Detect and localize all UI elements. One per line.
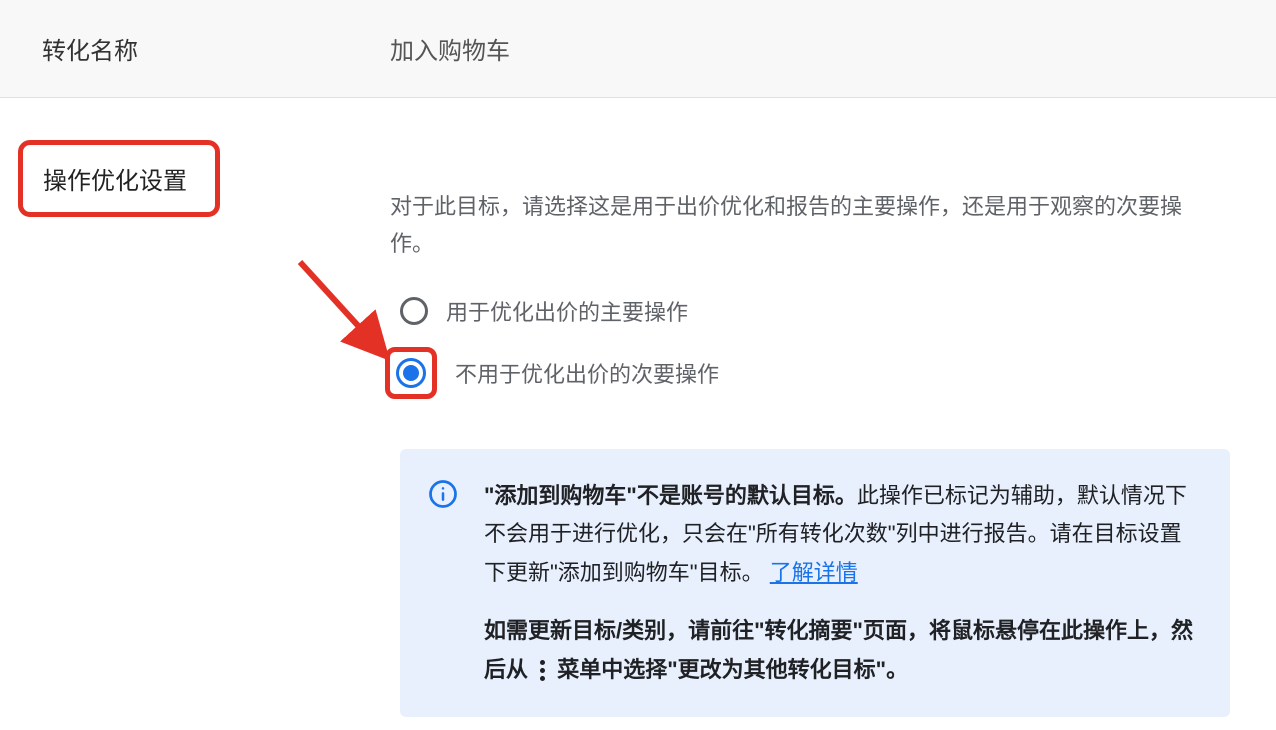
section-description: 对于此目标，请选择这是用于出价优化和报告的主要操作，还是用于观察的次要操作。 [390, 188, 1210, 263]
info-paragraph-2: 如需更新目标/类别，请前往"转化摘要"页面，将鼠标悬停在此操作上，然后从 菜单中… [484, 612, 1194, 689]
optimization-section: 操作优化设置 对于此目标，请选择这是用于出价优化和报告的主要操作，还是用于观察的… [0, 128, 1276, 717]
section-left-col: 操作优化设置 [0, 140, 390, 717]
section-title-highlight: 操作优化设置 [18, 140, 220, 217]
conversion-name-value: 加入购物车 [390, 31, 510, 66]
learn-more-link[interactable]: 了解详情 [770, 560, 858, 585]
section-title: 操作优化设置 [43, 168, 187, 195]
radio-unselected-icon [400, 297, 428, 325]
radio-primary-label: 用于优化出价的主要操作 [446, 295, 688, 327]
radio-selected-dot [403, 365, 419, 381]
radio-option-secondary[interactable]: 不用于优化出价的次要操作 [390, 347, 1236, 399]
info-p2-b: 菜单中选择"更改为其他转化目标"。 [551, 657, 908, 682]
action-optimization-radio-group: 用于优化出价的主要操作 不用于优化出价的次要操作 [390, 295, 1236, 399]
section-gap [0, 98, 1276, 128]
page-root: 转化名称 加入购物车 操作优化设置 对于此目标，请选择这是用于出价优化和报告的主… [0, 0, 1276, 730]
info-icon [428, 479, 458, 690]
info-content: "添加到购物车"不是账号的默认目标。此操作已标记为辅助，默认情况下不会用于进行优… [484, 477, 1194, 690]
radio-selected-icon [396, 358, 426, 388]
radio-option-primary[interactable]: 用于优化出价的主要操作 [390, 295, 1236, 327]
radio-selected-highlight [385, 347, 437, 399]
info-callout: "添加到购物车"不是账号的默认目标。此操作已标记为辅助，默认情况下不会用于进行优… [400, 449, 1230, 718]
section-right-col: 对于此目标，请选择这是用于出价优化和报告的主要操作，还是用于观察的次要操作。 用… [390, 140, 1276, 717]
conversion-name-row[interactable]: 转化名称 加入购物车 [0, 0, 1276, 98]
info-paragraph-1: "添加到购物车"不是账号的默认目标。此操作已标记为辅助，默认情况下不会用于进行优… [484, 477, 1194, 593]
conversion-name-label: 转化名称 [0, 31, 390, 66]
radio-secondary-label: 不用于优化出价的次要操作 [455, 357, 719, 389]
kebab-menu-icon [540, 660, 545, 681]
info-p1-bold: "添加到购物车"不是账号的默认目标。 [484, 483, 857, 508]
